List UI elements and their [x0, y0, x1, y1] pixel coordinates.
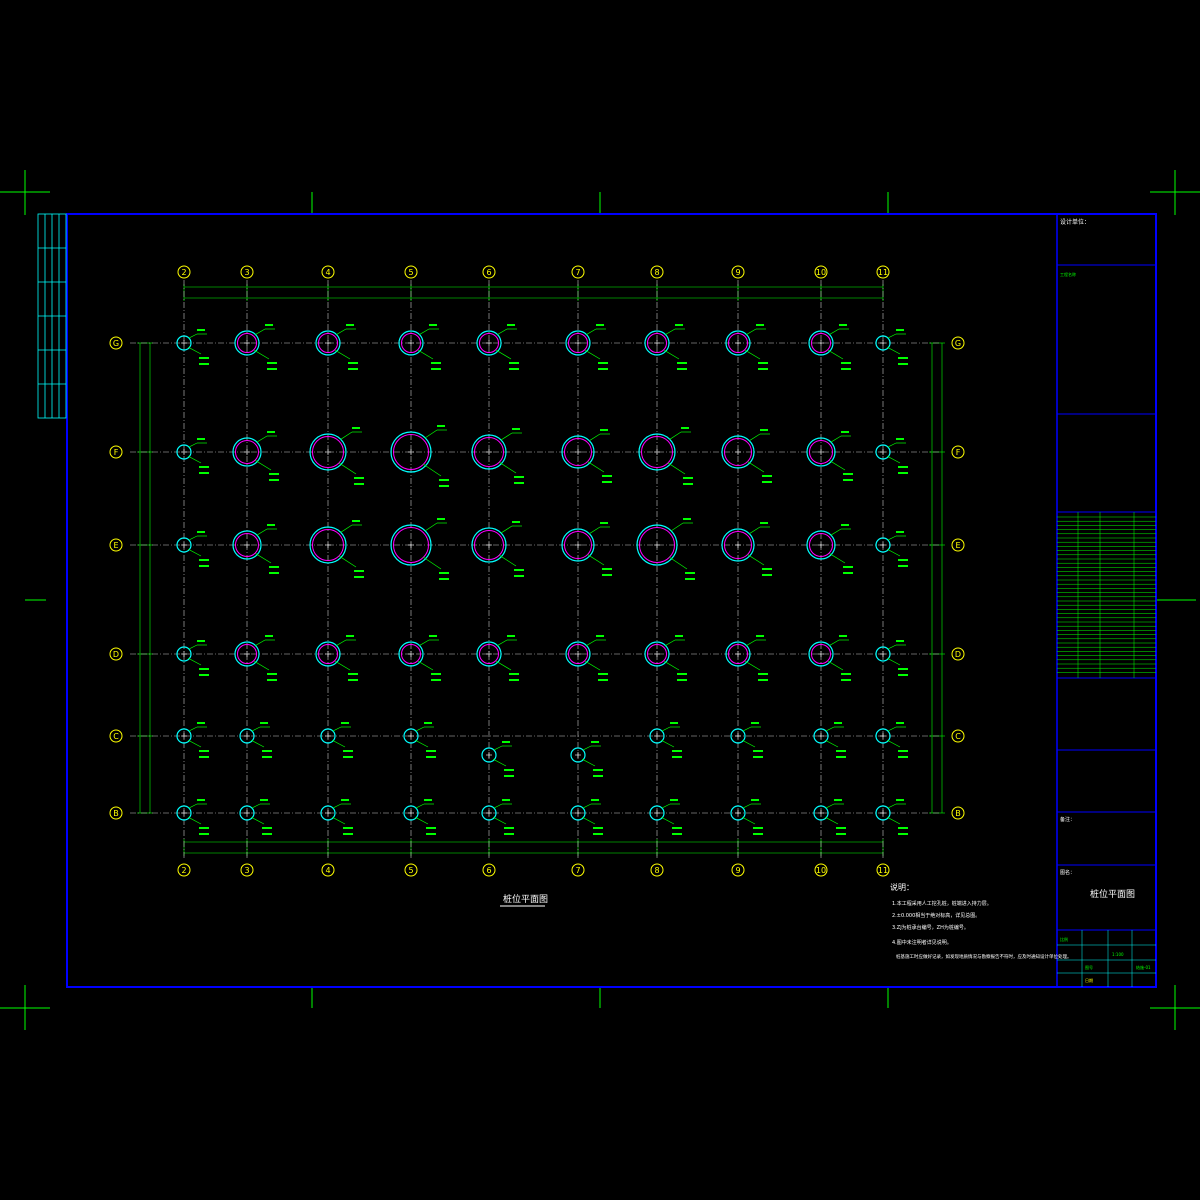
svg-text:11: 11	[878, 268, 888, 277]
svg-text:6: 6	[486, 866, 491, 875]
svg-text:E: E	[955, 541, 960, 550]
svg-text:5: 5	[408, 866, 413, 875]
remarks-label: 备注：	[1060, 816, 1075, 823]
svg-text:10: 10	[816, 268, 826, 277]
svg-text:G: G	[955, 339, 961, 348]
note-extra: 桩基施工时应做好记录，如发现地质情况与勘察报告不符时，应及时通知设计单位处理。	[896, 953, 1072, 960]
designer-label: 设计单位：	[1060, 218, 1090, 226]
svg-text:B: B	[113, 809, 119, 818]
axis-bubble-top-10: 10	[814, 265, 828, 279]
axis-bubble-bottom-10: 10	[814, 863, 828, 877]
project-label: 工程名称	[1060, 271, 1076, 277]
svg-text:D: D	[955, 650, 961, 659]
svg-text:3: 3	[244, 866, 249, 875]
notes-heading: 说明：	[890, 882, 914, 892]
svg-text:4: 4	[325, 268, 330, 277]
axis-bubble-top-11: 11	[876, 265, 890, 279]
svg-text:F: F	[114, 448, 119, 457]
axis-bubble-bottom-11: 11	[876, 863, 890, 877]
note-2: 2.±0.000相当于绝对标高，详见总图。	[892, 912, 980, 919]
svg-text:6: 6	[486, 268, 491, 277]
svg-text:7: 7	[575, 268, 580, 277]
svg-text:2: 2	[181, 866, 186, 875]
svg-text:9: 9	[735, 268, 740, 277]
scale-value: 1:100	[1112, 952, 1124, 957]
scale-label: 比例	[1060, 936, 1068, 942]
svg-text:8: 8	[654, 268, 659, 277]
svg-text:4: 4	[325, 866, 330, 875]
sheet-value: 结施-01	[1136, 964, 1151, 970]
svg-text:8: 8	[654, 866, 659, 875]
note-3: 3.ZJ为桩承台编号，ZH为桩编号。	[892, 924, 969, 931]
svg-text:C: C	[955, 732, 961, 741]
svg-text:G: G	[113, 339, 119, 348]
svg-text:B: B	[955, 809, 961, 818]
svg-text:7: 7	[575, 866, 580, 875]
svg-text:F: F	[956, 448, 961, 457]
svg-text:10: 10	[816, 866, 826, 875]
svg-text:E: E	[113, 541, 118, 550]
svg-text:11: 11	[878, 866, 888, 875]
plan-title: 桩位平面图	[503, 893, 548, 905]
cad-drawing: 设计单位： 工程名称 备注： 图名： 桩位平面图 比例 1:100 图号 结施-…	[0, 0, 1200, 1200]
drawing-name-label: 图名：	[1060, 869, 1075, 876]
svg-text:3: 3	[244, 268, 249, 277]
svg-text:9: 9	[735, 866, 740, 875]
sheet-label: 图号	[1085, 964, 1093, 970]
note-1: 1.本工程采用人工挖孔桩，桩端进入持力层。	[892, 900, 992, 907]
drawing-name: 桩位平面图	[1090, 888, 1135, 900]
svg-text:C: C	[113, 732, 119, 741]
svg-text:D: D	[113, 650, 119, 659]
note-4: 4.图中未注明者详见说明。	[892, 939, 952, 946]
svg-text:5: 5	[408, 268, 413, 277]
svg-text:2: 2	[181, 268, 186, 277]
date-label: 日期	[1085, 977, 1093, 983]
